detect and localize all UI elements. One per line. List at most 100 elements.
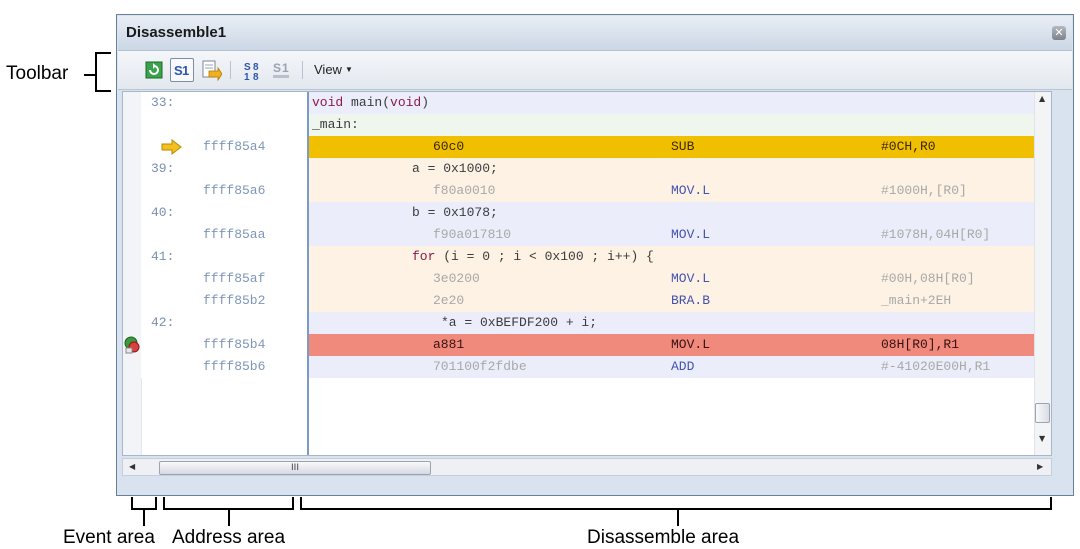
offset-display-icon: S 1	[273, 61, 289, 78]
disassemble-row[interactable]: ffff85b4 a881 MOV.L 08H[R0],R1	[141, 334, 1051, 356]
operand: #00H,08H[R0]	[881, 271, 975, 286]
vertical-scroll-thumb[interactable]	[1035, 403, 1050, 423]
event-area[interactable]	[123, 92, 142, 455]
window-title: Disassemble1	[126, 24, 227, 41]
symbol-display-icon: S 8 1 8	[244, 62, 259, 83]
disassemble-row[interactable]: ffff85b2 2e20 BRA.B _main+2EH	[141, 290, 1051, 312]
source-line-number: 42:	[151, 315, 175, 330]
mixed-display-icon: S 1	[174, 63, 189, 78]
toolbar: S 1 S 8 1 8 S 1 View ▼	[118, 51, 1072, 90]
source-row[interactable]: 40: b = 0x1078;	[141, 202, 1051, 224]
address-cell	[141, 114, 307, 136]
event-area-bracket-stem	[143, 508, 145, 526]
mnemonic: MOV.L	[671, 183, 711, 198]
close-icon: ✕	[1054, 26, 1064, 39]
mnemonic: MOV.L	[671, 271, 711, 286]
machine-code: 2e20	[433, 293, 465, 308]
mnemonic: SUB	[671, 139, 695, 154]
source-line-number: 41:	[151, 249, 175, 264]
horizontal-scroll-thumb[interactable]: III	[159, 461, 431, 475]
address: ffff85b6	[203, 359, 266, 374]
address: ffff85aa	[203, 227, 266, 242]
source-row[interactable]: 33: void main(void)	[141, 92, 1051, 114]
address: ffff85b2	[203, 293, 266, 308]
operand: #-41020E00H,R1	[881, 359, 991, 374]
source-text: a = 0x1000;	[412, 161, 498, 176]
keyword: void	[312, 95, 344, 110]
address: ffff85a4	[203, 139, 266, 154]
source-jump-button[interactable]	[198, 58, 223, 82]
mnemonic: ADD	[671, 359, 695, 374]
scroll-up-icon[interactable]: ▲	[1039, 94, 1045, 103]
event-breakpoint-icon[interactable]	[123, 335, 141, 355]
svg-text:1: 1	[244, 72, 250, 82]
machine-code: f90a017810	[433, 227, 512, 242]
disassemble-panel[interactable]: 33: void main(void) _main: ffff85a4 60c0 SUB #…	[122, 91, 1052, 456]
machine-code: 60c0	[433, 139, 465, 154]
address-area-callout: Address area	[172, 527, 286, 548]
scroll-right-icon[interactable]: ▶	[1037, 462, 1043, 471]
horizontal-scrollbar[interactable]: ◀ III ▶	[122, 458, 1052, 476]
machine-code: 701100f2fdbe	[433, 359, 527, 374]
operand: #1078H,04H[R0]	[881, 227, 991, 242]
scroll-left-icon[interactable]: ◀	[129, 462, 135, 471]
source-row[interactable]: 39: a = 0x1000;	[141, 158, 1051, 180]
operand: _main+2EH	[881, 293, 952, 308]
svg-text:8: 8	[253, 72, 259, 82]
disassemble-row[interactable]: ffff85af 3e0200 MOV.L #00H,08H[R0]	[141, 268, 1051, 290]
source-row[interactable]: 42: *a = 0xBEFDF200 + i;	[141, 312, 1051, 334]
close-button[interactable]: ✕	[1052, 26, 1066, 40]
source-fragment: (i = 0 ; i < 0x100 ; i++) {	[435, 249, 654, 264]
disassemble-window: Disassemble1 ✕ S 1 S 8 1 8 S 1 View ▼ 33…	[116, 14, 1074, 496]
mnemonic: BRA.B	[671, 293, 711, 308]
disassemble-area-bracket-base	[300, 508, 1052, 510]
mixed-display-button[interactable]: S 1	[170, 58, 194, 82]
source-row[interactable]: 41: for (i = 0 ; i < 0x100 ; i++) {	[141, 246, 1051, 268]
keyword: void	[390, 95, 422, 110]
address: ffff85a6	[203, 183, 266, 198]
svg-text:S: S	[273, 61, 281, 75]
refresh-button[interactable]	[142, 58, 166, 82]
disassemble-row[interactable]: ffff85a6 f80a0010 MOV.L #1000H,[R0]	[141, 180, 1051, 202]
title-bar[interactable]: Disassemble1 ✕	[118, 16, 1072, 51]
view-menu-button[interactable]: View ▼	[314, 62, 353, 77]
scroll-down-icon[interactable]: ▼	[1039, 434, 1045, 443]
source-text: b = 0x1078;	[412, 205, 498, 220]
label-row[interactable]: _main:	[141, 114, 1051, 136]
chevron-down-icon: ▼	[344, 65, 353, 74]
toolbar-callout: Toolbar	[6, 63, 69, 84]
operand: #0CH,R0	[881, 139, 936, 154]
address: ffff85b4	[203, 337, 266, 352]
source-line-number: 33:	[151, 95, 175, 110]
source-text: void main(void)	[312, 95, 429, 110]
source-text: *a = 0xBEFDF200 + i;	[441, 315, 598, 330]
source-fragment: main(	[343, 95, 391, 110]
symbol-display-button[interactable]: S 8 1 8	[242, 58, 266, 83]
toolbar-separator	[230, 61, 231, 79]
source-fragment: )	[421, 95, 430, 110]
disassemble-area-callout: Disassemble area	[587, 527, 740, 548]
address-area-bracket-stem	[228, 508, 230, 526]
machine-code: 3e0200	[433, 271, 480, 286]
toolbar-callout-bracket-top	[95, 52, 111, 54]
operand: 08H[R0],R1	[881, 337, 960, 352]
event-area-callout: Event area	[63, 527, 155, 548]
svg-text:1: 1	[182, 63, 189, 78]
vertical-scrollbar[interactable]: ▲ ▼	[1034, 92, 1051, 455]
svg-text:1: 1	[282, 61, 289, 75]
machine-code: a881	[433, 337, 465, 352]
keyword: for	[412, 249, 436, 264]
view-menu-label: View	[314, 62, 342, 77]
address: ffff85af	[203, 271, 266, 286]
label-text: _main:	[312, 117, 359, 132]
disassemble-row[interactable]: ffff85a4 60c0 SUB #0CH,R0	[141, 136, 1051, 158]
disassemble-row[interactable]: ffff85b6 701100f2fdbe ADD #-41020E00H,R1	[141, 356, 1051, 378]
machine-code: f80a0010	[433, 183, 496, 198]
disassemble-row[interactable]: ffff85aa f90a017810 MOV.L #1078H,04H[R0]	[141, 224, 1051, 246]
current-pc-arrow-icon	[161, 139, 182, 155]
disassemble-area-bracket-stem	[677, 508, 679, 526]
offset-display-button[interactable]: S 1	[270, 58, 294, 82]
source-line-number: 39:	[151, 161, 175, 176]
toolbar-callout-bracket-vertical	[95, 52, 97, 92]
mnemonic: MOV.L	[671, 337, 711, 352]
